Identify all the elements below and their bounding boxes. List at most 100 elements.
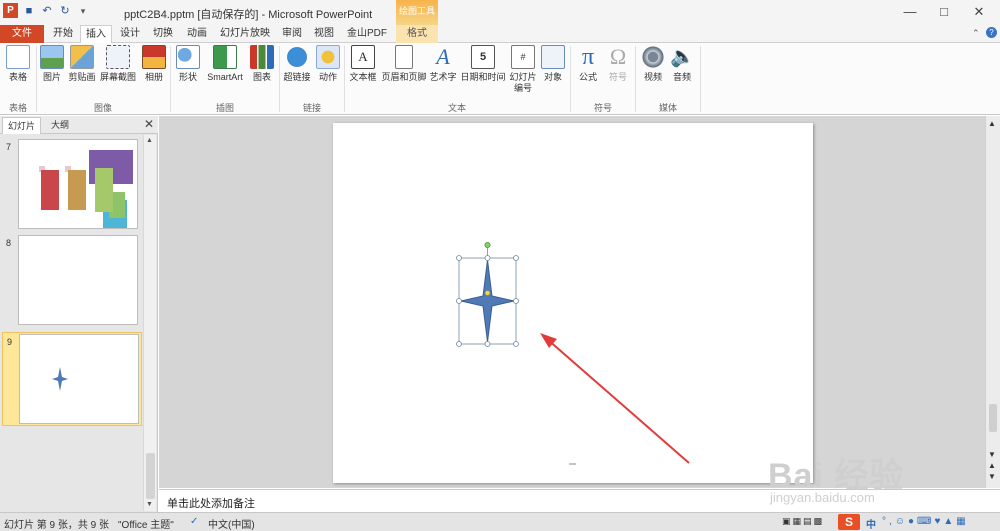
tab-view[interactable]: 视图 [310,25,338,43]
group-separator [279,46,280,112]
sogou-ime-icon[interactable]: S [838,514,860,530]
symbol-button[interactable]: Ω 符号 [604,45,632,83]
minimize-button[interactable]: — [893,2,927,22]
ime-mode-indicator[interactable]: 中 [866,516,876,531]
group-illustrations-label: 插图 [215,103,234,113]
help-icon[interactable]: ? [986,27,997,38]
rotation-handle[interactable] [484,242,491,249]
spellcheck-icon[interactable]: ✓ [190,516,198,527]
table-button[interactable]: 表格 [4,45,32,83]
object-icon [541,45,565,69]
ribbon: 表格 表格 图片 剪贴画 屏幕截图 相册 图像 形状 SmartArt 图表 插… [0,43,1000,115]
group-images-label: 图像 [93,103,112,113]
hyperlink-label: 超链接 [283,72,311,82]
datetime-button[interactable]: 5 日期和时间 [458,45,508,83]
pi-equation-icon: π [581,44,595,70]
group-separator [700,46,701,112]
tab-outline[interactable]: 大纲 [46,117,74,134]
adjust-handle[interactable] [484,290,491,296]
slides-pane: 幻灯片 大纲 ✕ 7 8 9 ▲ ▼ [0,116,158,512]
smartart-label: SmartArt [207,72,243,82]
close-button[interactable]: ✕ [962,2,996,22]
hyperlink-button[interactable]: 超链接 [282,45,312,83]
close-pane-icon[interactable]: ✕ [144,117,154,131]
customize-qat-icon[interactable]: ▾ [76,4,90,18]
scrollbar-thumb[interactable] [989,404,997,432]
slide-thumbnail-9[interactable]: 9 [2,332,142,426]
redo-icon[interactable]: ↻ [58,4,72,18]
datetime-label: 日期和时间 [460,72,506,82]
group-separator [635,46,636,112]
chart-label: 图表 [252,72,271,82]
editor-scrollbar[interactable]: ▲ ▼ ▲ ▼ [985,116,1000,488]
clipart-button[interactable]: 剪贴画 [66,45,98,83]
tab-design[interactable]: 设计 [115,25,145,43]
chart-button[interactable]: 图表 [248,45,276,83]
audio-button[interactable]: 🔈 音频 [668,45,696,83]
slide-canvas[interactable] [333,123,813,483]
video-label: 视频 [643,72,662,82]
tab-home[interactable]: 开始 [48,25,78,43]
collapse-ribbon-icon[interactable]: ⌃ [972,28,980,39]
scrollbar-thumb[interactable] [146,453,155,499]
textbox-button[interactable]: A 文本框 [347,45,379,83]
group-tables-label: 表格 [8,103,27,113]
watermark-url: jingyan.baidu.com [770,490,875,505]
clipart-label: 剪贴画 [68,72,96,82]
view-buttons-icon[interactable]: ▣▦▤▩ [782,516,824,527]
previous-slide-icon[interactable]: ▲ [988,461,996,470]
undo-icon[interactable]: ↶ [40,4,54,18]
tab-kingsoft-pdf[interactable]: 金山PDF [342,25,392,43]
slide-thumbnail-7[interactable]: 7 [2,138,142,232]
four-point-star-shape[interactable] [460,259,515,343]
smartart-button[interactable]: SmartArt [202,45,248,83]
title-bar: P ■ ↶ ↻ ▾ pptC2B4.pptm [自动保存的] - Microso… [0,0,1000,25]
picture-label: 图片 [42,72,61,82]
wordart-button[interactable]: A 艺术字 [428,45,458,83]
tab-transitions[interactable]: 切换 [148,25,178,43]
clipart-icon [70,45,94,69]
header-footer-button[interactable]: 页眉和页脚 [380,45,428,83]
tab-slideshow[interactable]: 幻灯片放映 [216,25,274,43]
wordart-label: 艺术字 [429,72,457,82]
slide-thumbnail-8[interactable]: 8 [2,234,142,328]
action-button[interactable]: 动作 [314,45,342,83]
group-media-label: 媒体 [658,103,677,113]
language-indicator[interactable]: 中文(中国) [208,516,255,531]
window-title: pptC2B4.pptm [自动保存的] - Microsoft PowerPo… [124,9,373,21]
tab-review[interactable]: 审阅 [278,25,306,43]
maximize-button[interactable]: □ [927,2,961,22]
textbox-label: 文本框 [349,72,377,82]
scroll-up-icon[interactable]: ▲ [988,119,996,128]
picture-icon [40,45,64,69]
scroll-down-icon[interactable]: ▼ [146,501,153,508]
star-thumbnail-icon [52,367,68,391]
ime-toolbar-icons[interactable]: °,☺●⌨♥▲▦ [882,516,969,527]
object-button[interactable]: 对象 [540,45,566,83]
slide-number: 9 [7,337,13,347]
speaker-icon: 🔈 [670,46,695,68]
slides-pane-scrollbar[interactable]: ▲ ▼ [143,135,156,511]
save-icon[interactable]: ■ [22,4,36,18]
shapes-label: 形状 [178,72,197,82]
chart-icon [250,45,274,69]
tab-format[interactable]: 格式 [396,25,438,43]
video-button[interactable]: 视频 [639,45,667,83]
table-label: 表格 [8,72,27,82]
slide-number-button[interactable]: # 幻灯片编号 [508,45,538,94]
screenshot-button[interactable]: 屏幕截图 [98,45,138,83]
tab-slides[interactable]: 幻灯片 [2,117,42,134]
scroll-down-icon[interactable]: ▼ [988,450,996,459]
equation-button[interactable]: π 公式 [574,45,602,83]
wordart-icon: A [436,44,450,69]
tab-animations[interactable]: 动画 [182,25,212,43]
tab-insert[interactable]: 插入 [80,25,112,44]
slide-number-icon: # [511,45,535,69]
picture-button[interactable]: 图片 [38,45,66,83]
table-icon [6,45,30,69]
tab-file[interactable]: 文件 [0,25,44,43]
shapes-button[interactable]: 形状 [174,45,202,83]
scroll-up-icon[interactable]: ▲ [146,137,153,144]
album-button[interactable]: 相册 [140,45,168,83]
next-slide-icon[interactable]: ▼ [988,472,996,481]
